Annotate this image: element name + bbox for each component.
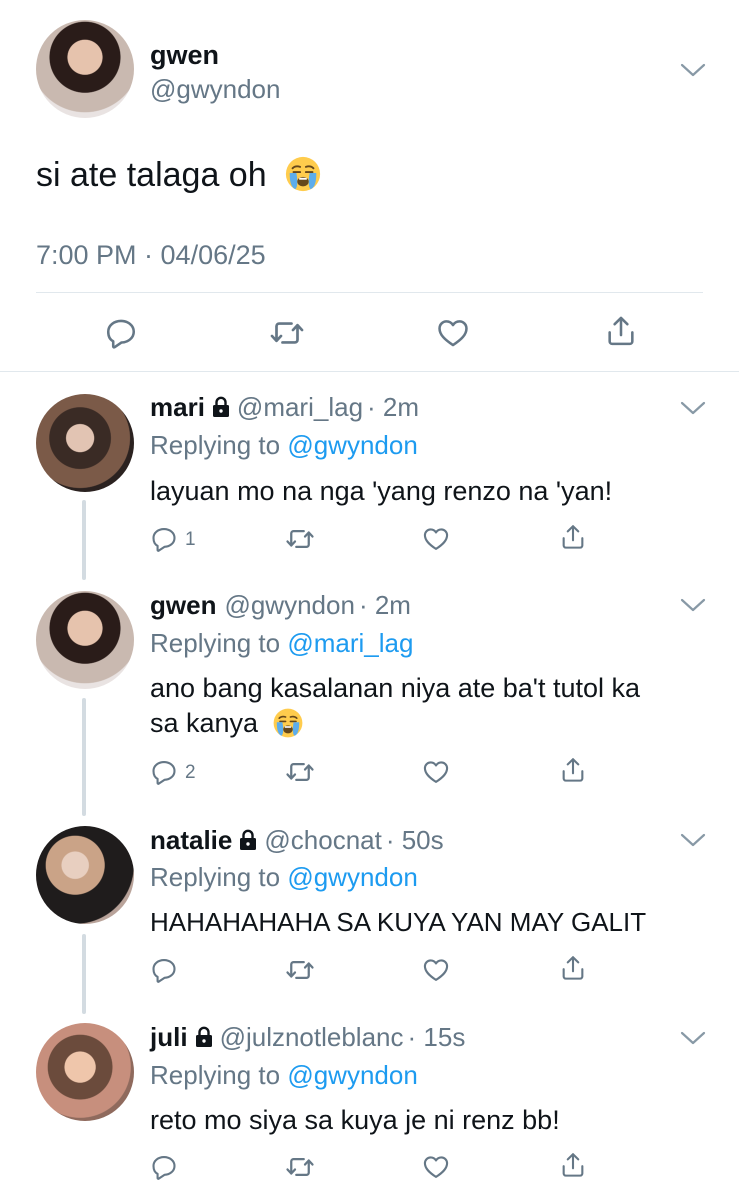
lock-icon bbox=[194, 1026, 214, 1048]
thread-line bbox=[82, 698, 86, 816]
reply-count: 1 bbox=[185, 529, 196, 550]
reply-time: · 2m bbox=[367, 392, 420, 422]
reply-header: mari @mari_lag · 2m bbox=[150, 392, 419, 423]
share-icon[interactable] bbox=[559, 1151, 587, 1179]
divider bbox=[0, 371, 739, 372]
reply-icon[interactable] bbox=[150, 758, 178, 786]
reply-text: HAHAHAHAHA SA KUYA YAN MAY GALIT bbox=[150, 907, 647, 937]
reply-icon[interactable] bbox=[104, 316, 138, 350]
replying-to-label: Replying to bbox=[150, 862, 281, 892]
heart-icon[interactable] bbox=[422, 758, 450, 786]
retweet-icon[interactable] bbox=[285, 955, 315, 985]
tweet-text-content: si ate talaga oh bbox=[36, 156, 267, 194]
author-name[interactable]: gwen bbox=[150, 590, 216, 620]
avatar[interactable] bbox=[36, 591, 134, 689]
lock-icon bbox=[238, 829, 258, 851]
replying-to-handle[interactable]: @mari_lag bbox=[287, 628, 413, 658]
loudly-crying-face-icon bbox=[272, 707, 304, 739]
reply-icon[interactable] bbox=[150, 956, 178, 984]
replying-to: Replying to @gwyndon bbox=[150, 430, 418, 461]
share-icon[interactable] bbox=[559, 756, 587, 784]
replying-to-handle[interactable]: @gwyndon bbox=[287, 430, 417, 460]
reply-icon[interactable] bbox=[150, 525, 178, 553]
reply-text-line: ano bang kasalanan niya ate ba't tutol k… bbox=[150, 673, 641, 703]
retweet-icon[interactable] bbox=[285, 524, 315, 554]
chevron-down-icon[interactable] bbox=[680, 1030, 706, 1046]
chevron-down-icon[interactable] bbox=[680, 832, 706, 848]
reply-icon[interactable] bbox=[150, 1153, 178, 1181]
author-handle[interactable]: @gwyndon bbox=[150, 74, 280, 105]
avatar[interactable] bbox=[36, 826, 134, 924]
retweet-icon[interactable] bbox=[285, 757, 315, 787]
thread-line bbox=[82, 934, 86, 1014]
retweet-icon[interactable] bbox=[285, 1152, 315, 1182]
author-name[interactable]: gwen bbox=[150, 40, 219, 71]
heart-icon[interactable] bbox=[436, 316, 470, 350]
chevron-down-icon[interactable] bbox=[680, 597, 706, 613]
share-icon[interactable] bbox=[559, 523, 587, 551]
chevron-down-icon[interactable] bbox=[680, 62, 706, 78]
author-name[interactable]: mari bbox=[150, 392, 205, 422]
reply-text: reto mo siya sa kuya je ni renz bb! bbox=[150, 1105, 560, 1135]
tweet-text: si ate talaga oh bbox=[36, 155, 322, 195]
author-handle[interactable]: @chocnat bbox=[264, 825, 381, 855]
author-handle[interactable]: @mari_lag bbox=[237, 392, 363, 422]
reply-text-content: sa kanya bbox=[150, 708, 259, 738]
heart-icon[interactable] bbox=[422, 525, 450, 553]
reply-header: natalie @chocnat · 50s bbox=[150, 825, 444, 856]
replying-to-label: Replying to bbox=[150, 1060, 281, 1090]
loudly-crying-face-icon bbox=[284, 155, 322, 193]
avatar[interactable] bbox=[36, 20, 134, 118]
heart-icon[interactable] bbox=[422, 956, 450, 984]
avatar[interactable] bbox=[36, 394, 134, 492]
reply-header: gwen @gwyndon · 2m bbox=[150, 590, 411, 621]
heart-icon[interactable] bbox=[422, 1153, 450, 1181]
replying-to-handle[interactable]: @gwyndon bbox=[287, 1060, 417, 1090]
replying-to: Replying to @gwyndon bbox=[150, 862, 418, 893]
replying-to-label: Replying to bbox=[150, 628, 281, 658]
share-icon[interactable] bbox=[559, 954, 587, 982]
author-name[interactable]: juli bbox=[150, 1022, 188, 1052]
chevron-down-icon[interactable] bbox=[680, 400, 706, 416]
author-handle[interactable]: @gwyndon bbox=[224, 590, 354, 620]
reply-count: 2 bbox=[185, 762, 196, 783]
reply-time: · 2m bbox=[358, 590, 411, 620]
author-handle[interactable]: @julznotleblanc bbox=[220, 1022, 404, 1052]
replying-to-label: Replying to bbox=[150, 430, 281, 460]
reply-time: · 50s bbox=[385, 825, 444, 855]
reply-text-line: sa kanya bbox=[150, 707, 304, 739]
divider bbox=[36, 292, 703, 293]
reply-header: juli @julznotleblanc · 15s bbox=[150, 1022, 465, 1053]
reply-text: layuan mo na nga 'yang renzo na 'yan! bbox=[150, 476, 613, 506]
thread-line bbox=[82, 500, 86, 580]
replying-to-handle[interactable]: @gwyndon bbox=[287, 862, 417, 892]
share-icon[interactable] bbox=[604, 314, 638, 348]
lock-icon bbox=[211, 396, 231, 418]
retweet-icon[interactable] bbox=[269, 315, 305, 351]
reply-time: · 15s bbox=[407, 1022, 466, 1052]
replying-to: Replying to @gwyndon bbox=[150, 1060, 418, 1091]
replying-to: Replying to @mari_lag bbox=[150, 628, 413, 659]
author-name[interactable]: natalie bbox=[150, 825, 232, 855]
avatar[interactable] bbox=[36, 1023, 134, 1121]
tweet-timestamp[interactable]: 7:00 PM · 04/06/25 bbox=[36, 240, 266, 271]
